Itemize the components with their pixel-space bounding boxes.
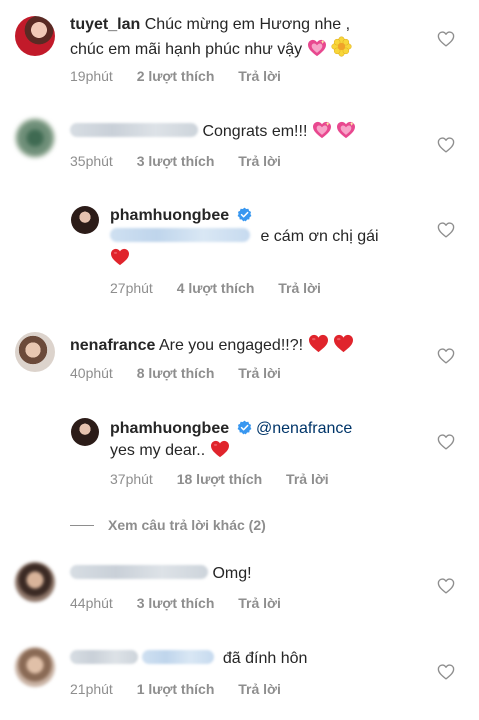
likes-count[interactable]: 3 lượt thích xyxy=(137,153,215,169)
likes-count[interactable]: 3 lượt thích xyxy=(137,595,215,611)
reply-button[interactable]: Trả lời xyxy=(278,280,321,296)
like-heart-icon[interactable] xyxy=(437,348,455,364)
comment-meta: 19phút 2 lượt thích Trả lời xyxy=(70,67,281,85)
avatar[interactable] xyxy=(15,16,55,56)
like-heart-icon[interactable] xyxy=(437,31,455,47)
like-heart-icon[interactable] xyxy=(437,578,455,594)
sparkling-heart-emoji xyxy=(307,39,327,57)
comment-text: Congrats em!!! xyxy=(202,123,308,140)
comment-text: chúc em mãi hạnh phúc như vậy xyxy=(70,41,303,58)
like-heart-icon[interactable] xyxy=(437,222,455,238)
comment-text: e cám ơn chị gái xyxy=(260,228,379,245)
avatar[interactable] xyxy=(15,118,55,158)
likes-count[interactable]: 4 lượt thích xyxy=(177,280,255,296)
avatar[interactable] xyxy=(15,562,55,602)
sparkling-heart-emoji xyxy=(312,121,332,139)
comment-time: 19phút xyxy=(70,68,113,84)
reply-button[interactable]: Trả lời xyxy=(238,681,281,697)
comment-meta: 37phút 18 lượt thích Trả lời xyxy=(110,470,329,488)
like-heart-icon[interactable] xyxy=(437,137,455,153)
red-heart-emoji xyxy=(210,440,230,458)
comment-time: 37phút xyxy=(110,471,153,487)
sparkling-heart-emoji xyxy=(336,121,356,139)
like-heart-icon[interactable] xyxy=(437,664,455,680)
comment-username[interactable]: phamhuongbee xyxy=(110,207,229,224)
comment-meta: 21phút 1 lượt thích Trả lời xyxy=(70,680,281,698)
comment-time: 40phút xyxy=(70,365,113,381)
comment-time: 21phút xyxy=(70,681,113,697)
comment-meta: 44phút 3 lượt thích Trả lời xyxy=(70,594,281,612)
red-heart-emoji xyxy=(110,248,130,266)
reply-button[interactable]: Trả lời xyxy=(238,595,281,611)
blurred-username[interactable] xyxy=(70,650,138,664)
avatar[interactable] xyxy=(15,332,55,372)
blossom-emoji xyxy=(331,36,352,57)
comment-meta: 35phút 3 lượt thích Trả lời xyxy=(70,152,281,170)
comment-time: 35phút xyxy=(70,153,113,169)
comment-time: 27phút xyxy=(110,280,153,296)
verified-badge-icon xyxy=(237,420,252,435)
divider-line xyxy=(70,525,94,526)
avatar[interactable] xyxy=(15,647,55,687)
comment-meta: 27phút 4 lượt thích Trả lời xyxy=(110,279,321,297)
blurred-mention[interactable] xyxy=(142,650,215,664)
comment-text: Chúc mừng em Hương nhe , xyxy=(144,16,351,33)
comment-text: Are you engaged!!?! xyxy=(158,337,304,354)
likes-count[interactable]: 18 lượt thích xyxy=(177,471,262,487)
blurred-mention[interactable] xyxy=(110,228,250,242)
likes-count[interactable]: 2 lượt thích xyxy=(137,68,215,84)
likes-count[interactable]: 8 lượt thích xyxy=(137,365,215,381)
like-heart-icon[interactable] xyxy=(437,434,455,450)
blurred-username[interactable] xyxy=(70,123,198,137)
likes-count[interactable]: 1 lượt thích xyxy=(137,681,215,697)
comment-username[interactable]: tuyet_lan xyxy=(70,16,140,33)
comment-username[interactable]: phamhuongbee xyxy=(110,420,229,437)
comment-text: Omg! xyxy=(212,565,252,582)
comment-username[interactable]: nenafrance xyxy=(70,337,155,354)
reply-button[interactable]: Trả lời xyxy=(238,153,281,169)
comment-text: yes my dear.. xyxy=(110,442,206,459)
avatar[interactable] xyxy=(71,206,99,234)
verified-badge-icon xyxy=(237,207,252,222)
comment-text: đã đính hôn xyxy=(222,650,308,667)
comment-time: 44phút xyxy=(70,595,113,611)
red-heart-emoji xyxy=(308,334,329,353)
blurred-username[interactable] xyxy=(70,565,208,579)
reply-button[interactable]: Trả lời xyxy=(286,471,329,487)
reply-button[interactable]: Trả lời xyxy=(238,68,281,84)
mention-link[interactable]: @nenafrance xyxy=(256,420,352,437)
red-heart-emoji xyxy=(333,334,354,353)
avatar[interactable] xyxy=(71,418,99,446)
reply-button[interactable]: Trả lời xyxy=(238,365,281,381)
view-more-replies-label: Xem câu trả lời khác (2) xyxy=(108,517,266,533)
comment-meta: 40phút 8 lượt thích Trả lời xyxy=(70,364,281,382)
view-more-replies-button[interactable]: Xem câu trả lời khác (2) xyxy=(70,517,266,533)
